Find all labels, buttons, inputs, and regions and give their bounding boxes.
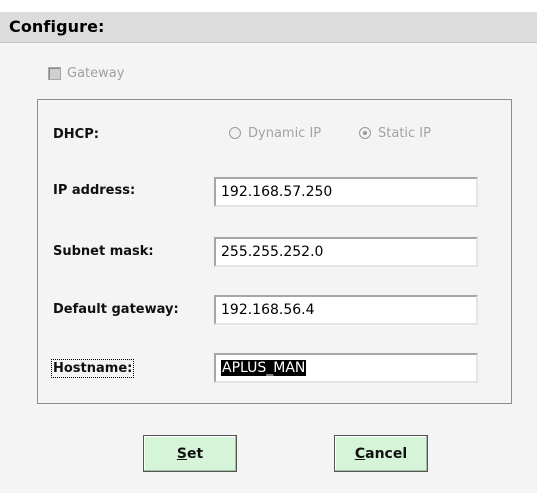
set-button-accel: S bbox=[176, 445, 187, 462]
set-button-label: et bbox=[186, 445, 204, 462]
gateway-checkbox-label: Gateway bbox=[67, 65, 125, 81]
dynamic-ip-option[interactable]: Dynamic IP bbox=[229, 123, 321, 143]
default-gateway-label: Default gateway: bbox=[53, 302, 179, 317]
dynamic-ip-label: Dynamic IP bbox=[248, 125, 322, 141]
ip-address-value: 192.168.57.250 bbox=[221, 184, 333, 200]
ip-address-label: IP address: bbox=[53, 183, 136, 198]
cancel-button-label: ancel bbox=[365, 445, 408, 462]
set-button[interactable]: Set bbox=[143, 435, 237, 472]
cancel-button-accel: C bbox=[354, 445, 366, 462]
default-gateway-field[interactable]: 192.168.56.4 bbox=[214, 295, 478, 325]
subnet-mask-field[interactable]: 255.255.252.0 bbox=[214, 237, 478, 267]
dialog-title: Configure: bbox=[9, 17, 105, 36]
default-gateway-value: 192.168.56.4 bbox=[221, 302, 315, 318]
dhcp-label: DHCP: bbox=[53, 127, 99, 142]
cancel-button[interactable]: Cancel bbox=[334, 435, 428, 472]
subnet-mask-label: Subnet mask: bbox=[53, 244, 154, 259]
hostname-value: APLUS_MAN bbox=[221, 360, 307, 376]
static-ip-radio[interactable] bbox=[359, 127, 371, 139]
gateway-checkbox[interactable] bbox=[48, 66, 61, 80]
configure-dialog: Configure: Gateway DHCP: Dynamic IP Stat… bbox=[0, 0, 537, 493]
static-ip-option[interactable]: Static IP bbox=[359, 123, 431, 143]
dialog-header: Configure: bbox=[0, 12, 537, 43]
static-ip-label: Static IP bbox=[378, 125, 431, 141]
gateway-checkbox-row[interactable]: Gateway bbox=[48, 64, 124, 82]
ip-address-field[interactable]: 192.168.57.250 bbox=[214, 177, 478, 207]
hostname-label: Hostname: bbox=[50, 359, 135, 378]
hostname-field[interactable]: APLUS_MAN bbox=[214, 353, 478, 383]
dynamic-ip-radio[interactable] bbox=[229, 127, 241, 139]
subnet-mask-value: 255.255.252.0 bbox=[221, 244, 324, 260]
